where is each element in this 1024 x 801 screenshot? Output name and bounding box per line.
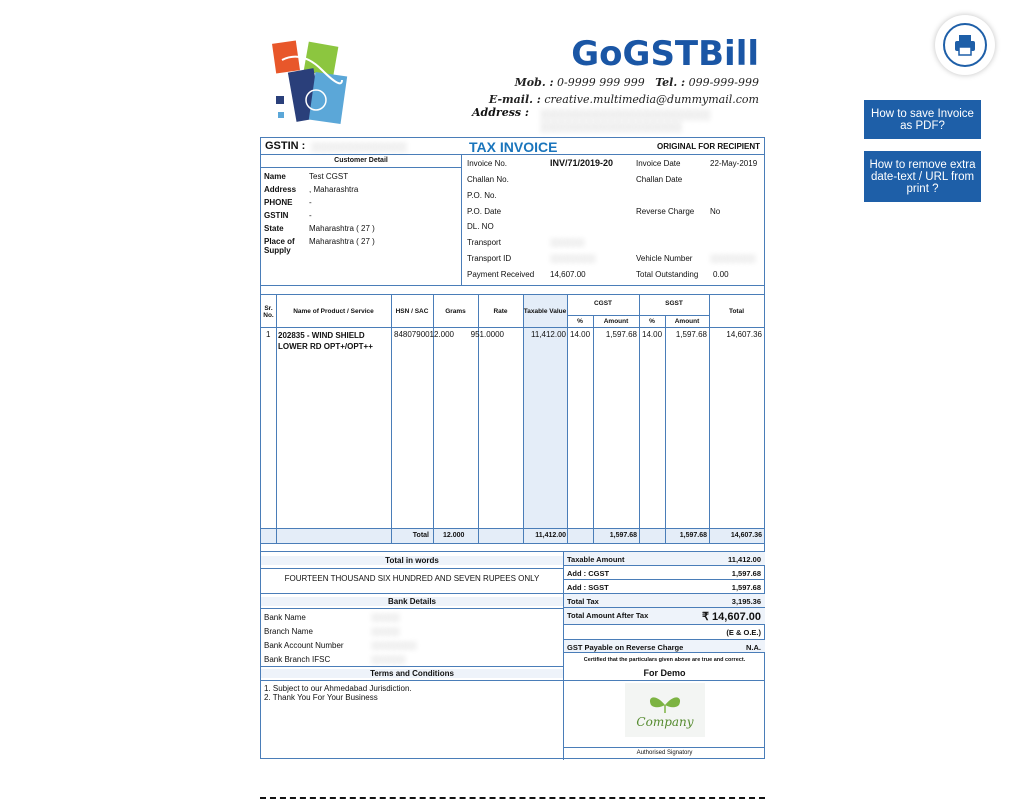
brand-title: GoGSTBill (571, 34, 759, 74)
for-company: For Demo (643, 668, 686, 678)
total-after-tax-row: Total Amount After Tax ₹ 14,607.00 (564, 608, 765, 625)
reverse-charge-row: GST Payable on Reverse Charge N.A. (564, 639, 765, 653)
company-stamp-logo: Company (625, 683, 705, 737)
invoice-header-row: GSTIN : ░░░░░░░░░░░░░░░ TAX INVOICE ORIG… (261, 138, 764, 155)
printer-icon (955, 35, 975, 56)
gstin-value-redacted: ░░░░░░░░░░░░░░░ (311, 142, 407, 152)
customer-detail-heading: Customer Detail (261, 155, 461, 168)
transport-id-label: Transport ID (467, 254, 512, 263)
bank-name-label: Bank Name (264, 613, 306, 622)
total-tax-row: Total Tax 3,195.36 (564, 594, 765, 608)
payment-received: 14,607.00 (550, 270, 586, 279)
invoice: GSTIN : ░░░░░░░░░░░░░░░ TAX INVOICE ORIG… (260, 137, 765, 760)
branch-name-label: Branch Name (264, 627, 313, 636)
cgst-row: Add : CGST 1,597.68 (564, 566, 765, 580)
invoice-date-label: Invoice Date (636, 159, 681, 168)
challan-date-label: Challan Date (636, 175, 683, 184)
gstin-label: GSTIN : (265, 140, 306, 152)
certified-text: Certified that the particulars given abo… (583, 657, 746, 663)
th-sgst-pct: % (649, 318, 655, 325)
transport-value-redacted: ░░░░░░ (550, 238, 585, 247)
invoice-meta: Invoice No. INV/71/2019-20 Invoice Date … (462, 155, 764, 285)
bank-ifsc-redacted: ░░░░░░ (371, 655, 406, 664)
terms-line-2: 2. Thank You For Your Business (264, 693, 378, 702)
terms-heading: Terms and Conditions (261, 669, 563, 678)
reverse-charge: No (710, 207, 721, 216)
reverse-charge-label: Reverse Charge (636, 207, 695, 216)
challan-no-label: Challan No. (467, 175, 509, 184)
th-hsn: HSN / SAC (395, 308, 429, 315)
vehicle-number-label: Vehicle Number (636, 254, 693, 263)
th-sgst-amt: Amount (674, 318, 700, 325)
bank-details-heading: Bank Details (261, 597, 563, 606)
total-outstanding-label: Total Outstanding (636, 270, 699, 279)
items-table: Sr. No. Name of Product / Service HSN / … (261, 295, 764, 543)
po-no-label: P.O. No. (467, 191, 497, 200)
sgst-row: Add : SGST 1,597.68 (564, 580, 765, 594)
invoice-no-label: Invoice No. (467, 159, 508, 168)
summary-panel: Taxable Amount 11,412.00 Add : CGST 1,597.… (563, 552, 765, 760)
svg-text:Company: Company (636, 715, 693, 729)
branch-name-redacted: ░░░░░ (371, 627, 400, 636)
th-cgst-pct: % (577, 318, 583, 325)
terms-line-1: 1. Subject to our Ahmedabad Jurisdiction… (264, 684, 412, 693)
spacer-row (261, 543, 764, 552)
customer-detail: Customer Detail Name Test CGST Address, M… (261, 155, 462, 285)
dl-no-label: DL. NO (467, 222, 494, 231)
page-cut-line (260, 797, 765, 799)
bank-name-redacted: ░░░░░ (371, 613, 400, 622)
address-label: Address : (472, 106, 529, 119)
po-date-label: P.O. Date (467, 207, 502, 216)
th-grams: Grams (445, 308, 466, 315)
eoe-row: (E & O.E.) (726, 628, 761, 637)
contact-email: E-mail. : creative.multimedia@dummymail.… (488, 93, 759, 106)
total-outstanding: 0.00 (713, 270, 729, 279)
spacer-row (261, 285, 764, 295)
print-button[interactable] (935, 15, 995, 75)
authorised-signatory: Authorised Signatory (564, 747, 765, 756)
copy-label: ORIGINAL FOR RECIPIENT (657, 142, 760, 151)
th-rate: Rate (493, 308, 508, 315)
invoice-title: TAX INVOICE (469, 139, 558, 155)
total-in-words: FOURTEEN THOUSAND SIX HUNDRED AND SEVEN … (284, 574, 540, 583)
address-value-redacted: ░░░░░░░░░░░░░░░░░░░░░░░░ ░░░░░░░░░░░░░░░░… (540, 110, 711, 133)
bank-ifsc-label: Bank Branch IFSC (264, 655, 331, 664)
th-sr: Sr. No. (263, 305, 274, 319)
th-product: Name of Product / Service (293, 308, 374, 315)
payment-received-label: Payment Received (467, 270, 535, 279)
th-sgst: SGST (665, 300, 683, 307)
transport-label: Transport (467, 238, 501, 247)
invoice-date: 22-May-2019 (710, 159, 758, 168)
contact-phone: Mob. : 0-9999 999 999 Tel. : 099-999-999 (514, 76, 759, 89)
bank-account-redacted: ░░░░░░░░ (371, 641, 417, 650)
remove-date-help-button[interactable]: How to remove extra date-text / URL from… (864, 151, 981, 202)
th-total: Total (728, 308, 745, 315)
company-logo (272, 40, 348, 124)
transport-id-redacted: ░░░░░░░░ (550, 254, 596, 263)
bank-account-label: Bank Account Number (264, 641, 344, 650)
save-pdf-help-button[interactable]: How to save Invoice as PDF? (864, 100, 981, 139)
taxable-amount-row: Taxable Amount 11,412.00 (564, 552, 765, 566)
total-in-words-heading: Total in words (261, 556, 563, 565)
vehicle-number-redacted: ░░░░░░░░ (710, 254, 756, 263)
leaf-icon: Company (636, 697, 694, 729)
th-taxable: Taxable Value (523, 308, 567, 315)
th-cgst: CGST (593, 300, 613, 307)
invoice-no: INV/71/2019-20 (550, 158, 614, 168)
th-cgst-amt: Amount (603, 318, 629, 325)
